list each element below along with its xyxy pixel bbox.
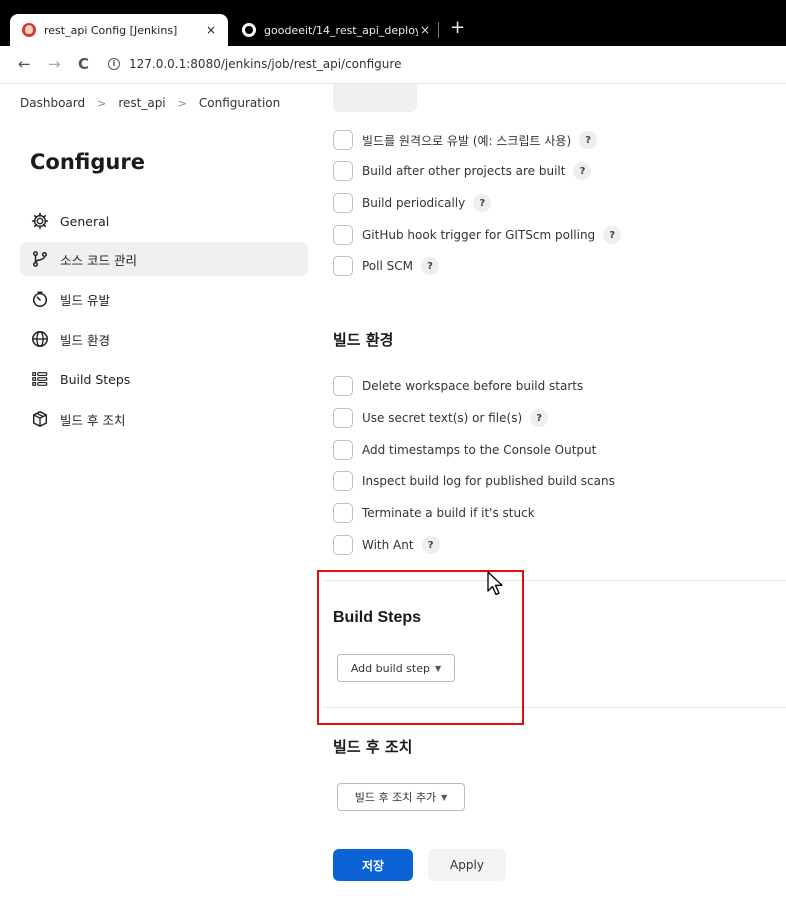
checkbox-label: GitHub hook trigger for GITScm polling: [362, 228, 596, 242]
checkbox[interactable]: [333, 503, 353, 523]
checkbox-row-terminate-stuck[interactable]: Terminate a build if it's stuck: [333, 502, 535, 524]
checkbox-row-build-periodically[interactable]: Build periodically ?: [333, 192, 492, 214]
sidebar-item-label: 빌드 유발: [60, 292, 110, 308]
gear-icon: [30, 211, 50, 231]
add-post-build-button[interactable]: 빌드 후 조치 추가 ▼: [337, 783, 465, 811]
globe-icon: [30, 329, 50, 349]
page-title: Configure: [30, 150, 145, 174]
list-icon: [30, 369, 50, 389]
checkbox[interactable]: [333, 256, 353, 276]
checkbox-label: Use secret text(s) or file(s): [362, 411, 523, 425]
checkbox[interactable]: [333, 408, 353, 428]
checkbox-row-github-hook[interactable]: GitHub hook trigger for GITScm polling ?: [333, 224, 622, 246]
section-title-post-build: 빌드 후 조치: [333, 738, 413, 756]
checkbox[interactable]: [333, 535, 353, 555]
checkbox[interactable]: [333, 440, 353, 460]
checkbox[interactable]: [333, 161, 353, 181]
sidebar-item-build-steps[interactable]: Build Steps: [20, 362, 308, 396]
help-icon[interactable]: ?: [530, 409, 549, 427]
checkbox-row-timestamps[interactable]: Add timestamps to the Console Output: [333, 439, 596, 461]
checkbox-label: Delete workspace before build starts: [362, 379, 584, 393]
checkbox[interactable]: [333, 471, 353, 491]
new-tab-button[interactable]: +: [450, 17, 465, 38]
checkbox-label: 빌드를 원격으로 유발 (예: 스크립트 사용): [362, 133, 572, 148]
chevron-right-icon: >: [177, 96, 187, 110]
sidebar-item-build-triggers[interactable]: 빌드 유발: [20, 282, 308, 316]
sidebar-item-build-env[interactable]: 빌드 환경: [20, 322, 308, 356]
button-label: 빌드 후 조치 추가: [354, 791, 437, 804]
checkbox-label: Terminate a build if it's stuck: [362, 506, 535, 520]
close-icon[interactable]: ×: [418, 23, 432, 37]
checkbox-row-secret-text[interactable]: Use secret text(s) or file(s) ?: [333, 407, 549, 429]
address-bar: ← → C i 127.0.0.1:8080/jenkins/job/rest_…: [0, 46, 786, 84]
checkbox[interactable]: [333, 225, 353, 245]
sidebar-item-label: 빌드 환경: [60, 332, 110, 348]
checkbox[interactable]: [333, 376, 353, 396]
close-icon[interactable]: ×: [204, 23, 218, 37]
sidebar-item-general[interactable]: General: [20, 204, 308, 238]
checkbox-row-delete-workspace[interactable]: Delete workspace before build starts: [333, 375, 583, 397]
github-icon: [242, 23, 256, 37]
url-text: 127.0.0.1:8080/jenkins/job/rest_api/conf…: [129, 57, 402, 71]
info-icon[interactable]: i: [108, 58, 120, 70]
tab-github-repo[interactable]: goodeeit/14_rest_api_deploy ×: [232, 14, 442, 46]
tab-title: rest_api Config [Jenkins]: [44, 23, 178, 37]
help-icon[interactable]: ?: [473, 194, 492, 212]
sidebar-item-post-build[interactable]: 빌드 후 조치: [20, 402, 308, 436]
box-icon: [30, 409, 50, 429]
sidebar-item-label: General: [60, 213, 110, 229]
checkbox-label: Inspect build log for published build sc…: [362, 474, 615, 488]
checkbox[interactable]: [333, 130, 353, 150]
mouse-pointer-icon: [487, 571, 503, 596]
breadcrumb-configuration[interactable]: Configuration: [199, 96, 280, 110]
timer-icon: [30, 289, 50, 309]
checkbox-label: Poll SCM: [362, 259, 413, 273]
checkbox-row-with-ant[interactable]: With Ant ?: [333, 534, 440, 556]
reload-button[interactable]: C: [78, 55, 89, 73]
sidebar-item-label: 소스 코드 관리: [60, 252, 137, 268]
checkbox-label: Add timestamps to the Console Output: [362, 443, 597, 457]
tab-separator: [438, 22, 439, 38]
forward-button[interactable]: →: [48, 55, 61, 73]
caret-down-icon: ▼: [441, 792, 448, 802]
checkbox-label: Build periodically: [362, 196, 466, 210]
checkbox-row-after-other-projects[interactable]: Build after other projects are built ?: [333, 160, 592, 182]
breadcrumb: Dashboard > rest_api > Configuration: [20, 96, 280, 110]
apply-button[interactable]: Apply: [428, 849, 506, 881]
tab-title: goodeeit/14_rest_api_deploy: [264, 23, 418, 37]
checkbox-row-inspect-build-log[interactable]: Inspect build log for published build sc…: [333, 470, 615, 492]
back-button[interactable]: ←: [18, 55, 31, 73]
section-title-build-env: 빌드 환경: [333, 331, 394, 349]
tab-jenkins-config[interactable]: rest_api Config [Jenkins] ×: [10, 14, 228, 46]
help-icon[interactable]: ?: [603, 226, 622, 244]
jenkins-icon: [22, 23, 36, 37]
branch-icon: [30, 249, 50, 269]
sidebar-item-label: 빌드 후 조치: [60, 412, 126, 428]
help-icon[interactable]: ?: [421, 536, 440, 554]
breadcrumb-rest-api[interactable]: rest_api: [118, 96, 165, 110]
help-icon[interactable]: ?: [573, 162, 592, 180]
sidebar-item-label: Build Steps: [60, 371, 131, 387]
url-field[interactable]: i 127.0.0.1:8080/jenkins/job/rest_api/co…: [108, 57, 401, 71]
help-icon[interactable]: ?: [420, 257, 439, 275]
save-button[interactable]: 저장: [333, 849, 413, 881]
help-icon[interactable]: ?: [579, 131, 598, 149]
chevron-right-icon: >: [97, 96, 107, 110]
checkbox-row-poll-scm[interactable]: Poll SCM ?: [333, 255, 439, 277]
browser-tab-strip: rest_api Config [Jenkins] × goodeeit/14_…: [0, 0, 786, 46]
jenkins-configure-page: Dashboard > rest_api > Configuration Con…: [0, 84, 786, 903]
sticky-header-fragment: [333, 84, 417, 112]
sidebar-item-source-code[interactable]: 소스 코드 관리: [20, 242, 308, 276]
checkbox-row-remote-trigger[interactable]: 빌드를 원격으로 유발 (예: 스크립트 사용) ?: [333, 129, 598, 151]
checkbox[interactable]: [333, 193, 353, 213]
breadcrumb-dashboard[interactable]: Dashboard: [20, 96, 85, 110]
checkbox-label: With Ant: [362, 538, 414, 552]
checkbox-label: Build after other projects are built: [362, 164, 566, 178]
